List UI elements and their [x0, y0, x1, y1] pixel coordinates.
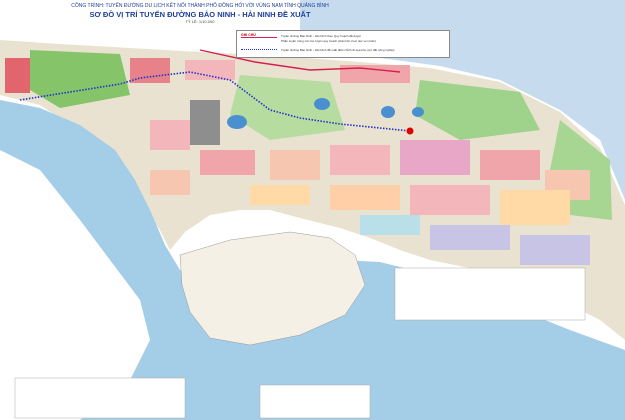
legend-item-proposed: Tuyến đường Bảo Ninh - Hải Ninh đề xuất …	[281, 48, 395, 52]
legend-table-center	[259, 384, 371, 419]
legend-table-right	[394, 267, 586, 321]
legend-item-approved: Tuyến đường Bảo Ninh - Hải Ninh theo Quy…	[281, 34, 361, 38]
map-scale: TỶ LỆ: 1/10.000	[185, 19, 215, 24]
legend-item-overlap: Phần tuyến trùng với các tuyến quy hoạch…	[281, 39, 377, 43]
map-title: SƠ ĐỒ VỊ TRÍ TUYẾN ĐƯỜNG BẢO NINH - HẢI …	[89, 10, 311, 19]
lake	[381, 106, 395, 118]
header-project-line: CÔNG TRÌNH: TUYẾN ĐƯỜNG DU LỊCH KẾT NỐI …	[71, 3, 329, 9]
legend-box: GHI CHÚ Tuyến đường Bảo Ninh - Hải Ninh …	[236, 30, 450, 58]
industrial-block	[190, 100, 220, 145]
legend-swatch-approved	[241, 37, 277, 38]
route-endpoint	[406, 127, 414, 135]
lake	[227, 115, 247, 129]
planning-map	[0, 0, 625, 420]
map-canvas: CÔNG TRÌNH: TUYẾN ĐƯỜNG DU LỊCH KẾT NỐI …	[0, 0, 625, 420]
lake	[314, 98, 330, 110]
legend-swatch-proposed	[241, 49, 277, 50]
lake	[412, 107, 424, 117]
legend-table-left	[14, 377, 186, 419]
